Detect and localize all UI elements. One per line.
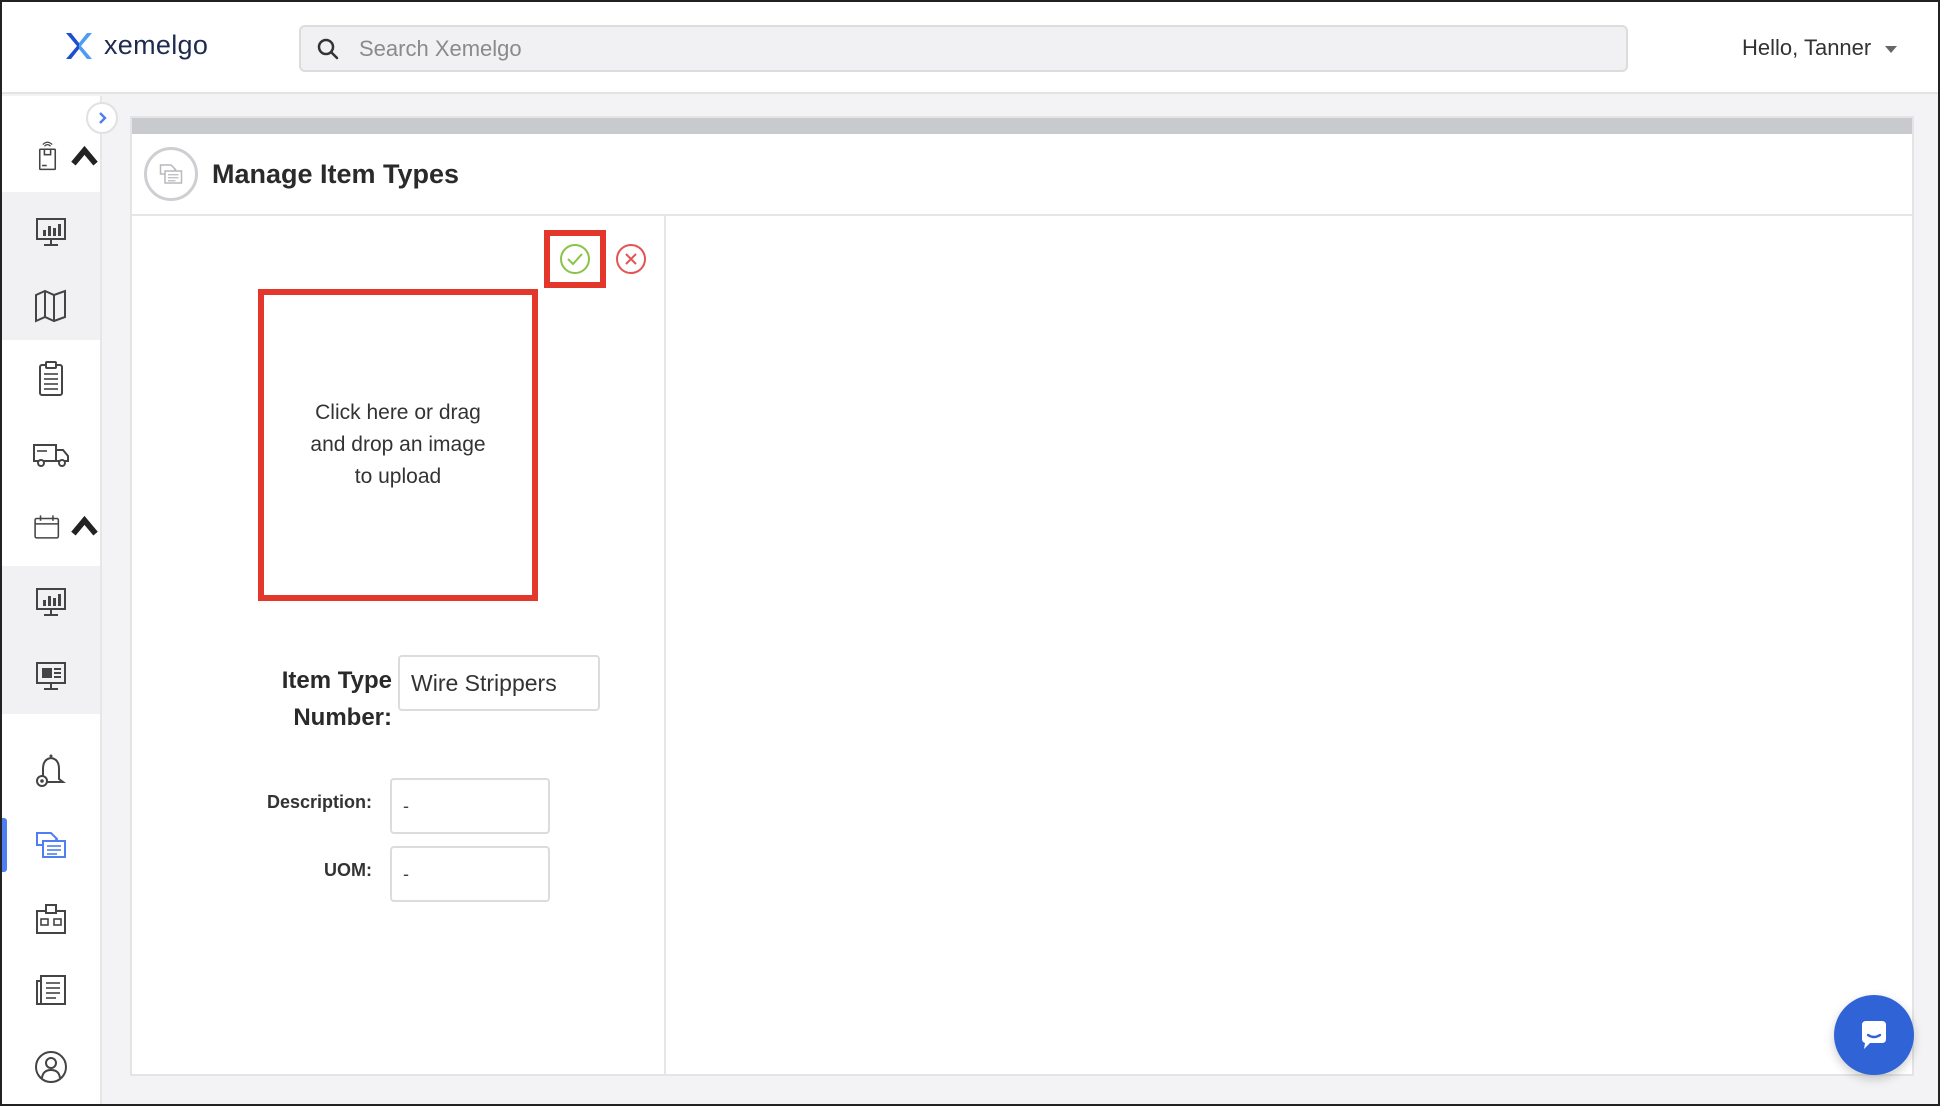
item-types-icon xyxy=(36,832,66,858)
sidebar-item-dashboard[interactable] xyxy=(2,196,100,266)
panel-header: Manage Item Types xyxy=(132,134,1912,216)
search-icon xyxy=(317,38,339,59)
user-profile-icon xyxy=(35,1051,67,1083)
item-type-number-input[interactable] xyxy=(398,655,600,711)
page-title: Manage Item Types xyxy=(212,158,460,189)
document-list-icon xyxy=(36,975,66,1005)
sidebar-item-tracking[interactable] xyxy=(2,122,100,192)
xemelgo-logo-icon xyxy=(66,32,92,59)
alert-bell-icon xyxy=(36,754,66,787)
uom-input[interactable] xyxy=(390,846,550,902)
panel-top-bar xyxy=(132,118,1912,134)
close-circle-icon xyxy=(616,244,646,274)
top-bar: xemelgo Hello, Tanner xyxy=(2,2,1938,94)
panel-divider xyxy=(664,216,666,1076)
sidebar-item-item-types[interactable] xyxy=(2,810,100,880)
sidebar-item-alerts[interactable] xyxy=(2,736,100,806)
sidebar-expand-button[interactable] xyxy=(86,102,118,134)
organization-icon xyxy=(36,904,66,934)
check-circle-icon xyxy=(560,244,590,274)
calendar-icon xyxy=(34,515,60,539)
sidebar-item-map[interactable] xyxy=(2,270,100,340)
logo[interactable]: xemelgo xyxy=(64,30,208,61)
chevron-up-icon xyxy=(71,145,98,166)
sidebar-item-scheduling[interactable] xyxy=(2,492,100,562)
sidebar-item-profile[interactable] xyxy=(2,1032,100,1102)
dashboard-icon xyxy=(36,588,66,616)
dashboard-icon xyxy=(36,218,66,246)
chevron-up-icon xyxy=(71,515,98,536)
chat-support-button[interactable] xyxy=(1834,995,1914,1075)
tracked-asset-icon xyxy=(38,141,57,171)
description-input[interactable] xyxy=(390,778,550,834)
app-name: xemelgo xyxy=(104,30,209,60)
sidebar-item-organization[interactable] xyxy=(2,884,100,954)
monitor-report-icon xyxy=(36,662,66,690)
app-window: xemelgo Hello, Tanner xyxy=(0,0,1940,1106)
sidebar xyxy=(2,96,102,1104)
clipboard-checklist-icon xyxy=(39,361,63,396)
uom-label: UOM: xyxy=(324,860,372,880)
search-input[interactable] xyxy=(359,35,1559,62)
upload-instructions: Click here or drag and drop an image to … xyxy=(310,401,486,488)
description-label: Description: xyxy=(266,792,372,812)
delivery-truck-icon xyxy=(33,444,69,467)
image-upload-dropzone[interactable]: Click here or drag and drop an image to … xyxy=(258,289,538,601)
item-types-header-icon xyxy=(144,147,198,201)
item-type-number-label: Item Type Number: xyxy=(281,667,392,731)
confirm-button[interactable] xyxy=(544,230,606,288)
sidebar-item-checklist[interactable] xyxy=(2,344,100,414)
chat-bubble-icon xyxy=(1862,1021,1886,1049)
user-greeting: Hello, Tanner xyxy=(1742,35,1872,60)
sidebar-item-dashboard-2[interactable] xyxy=(2,566,100,636)
chevron-down-icon xyxy=(1885,46,1898,53)
search-bar[interactable] xyxy=(299,25,1628,72)
sidebar-item-monitor[interactable] xyxy=(2,640,100,710)
user-menu[interactable]: Hello, Tanner xyxy=(1742,35,1898,61)
sidebar-item-shipping[interactable] xyxy=(2,418,100,488)
sidebar-item-reports[interactable] xyxy=(2,956,100,1026)
map-icon xyxy=(35,289,66,323)
cancel-button[interactable] xyxy=(614,242,648,276)
main-panel: Manage Item Types Click here or drag and… xyxy=(130,116,1914,1076)
chevron-right-icon xyxy=(99,112,107,124)
